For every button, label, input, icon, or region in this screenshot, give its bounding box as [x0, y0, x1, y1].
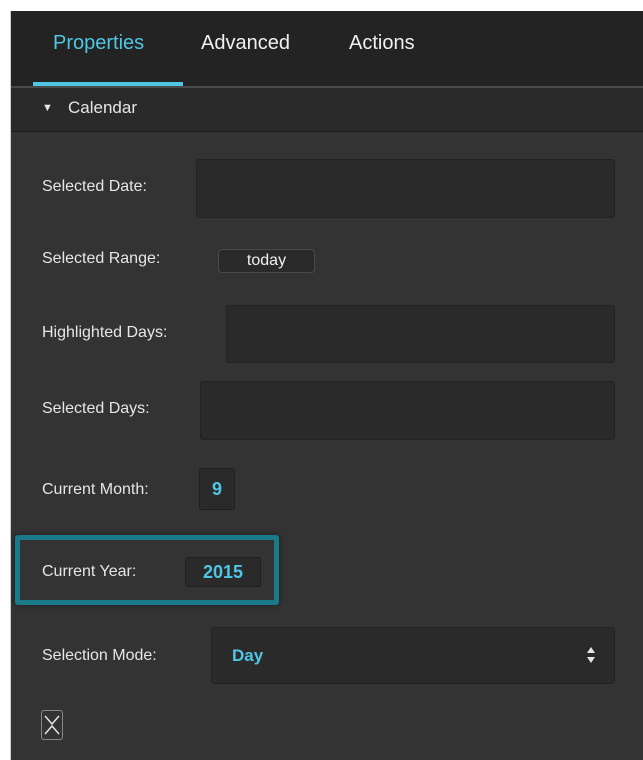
section-title: Calendar [68, 98, 137, 117]
tab-bar: Properties Advanced Actions [11, 11, 643, 88]
screenshot-frame: Properties Advanced Actions ▼ Calendar S… [0, 0, 643, 760]
selected-range-field[interactable]: today [218, 249, 315, 273]
selected-date-field[interactable] [196, 159, 615, 218]
collapse-button[interactable] [41, 710, 63, 740]
highlighted-days-field[interactable] [226, 305, 615, 363]
up-down-arrows-icon [587, 647, 595, 663]
current-month-field[interactable]: 9 [199, 468, 235, 510]
current-month-label: Current Month: [42, 481, 149, 498]
triangle-down-icon: ▼ [42, 102, 53, 114]
selection-mode-value: Day [232, 646, 264, 665]
properties-panel: Properties Advanced Actions ▼ Calendar S… [10, 11, 643, 760]
tab-advanced[interactable]: Advanced [201, 32, 290, 55]
tab-actions[interactable]: Actions [349, 32, 415, 55]
highlighted-days-label: Highlighted Days: [42, 324, 168, 341]
selected-range-label: Selected Range: [42, 250, 161, 267]
calendar-section-header[interactable]: ▼ Calendar [11, 88, 643, 132]
selection-mode-select[interactable]: Day [211, 627, 615, 684]
selection-mode-label: Selection Mode: [42, 647, 157, 664]
selected-days-label: Selected Days: [42, 400, 150, 417]
current-year-label: Current Year: [42, 563, 137, 580]
selected-days-field[interactable] [200, 381, 615, 440]
tab-properties[interactable]: Properties [53, 32, 144, 55]
current-year-field[interactable]: 2015 [185, 557, 261, 587]
collapse-icon [44, 715, 60, 735]
selected-date-label: Selected Date: [42, 178, 147, 195]
active-tab-indicator [33, 82, 183, 86]
